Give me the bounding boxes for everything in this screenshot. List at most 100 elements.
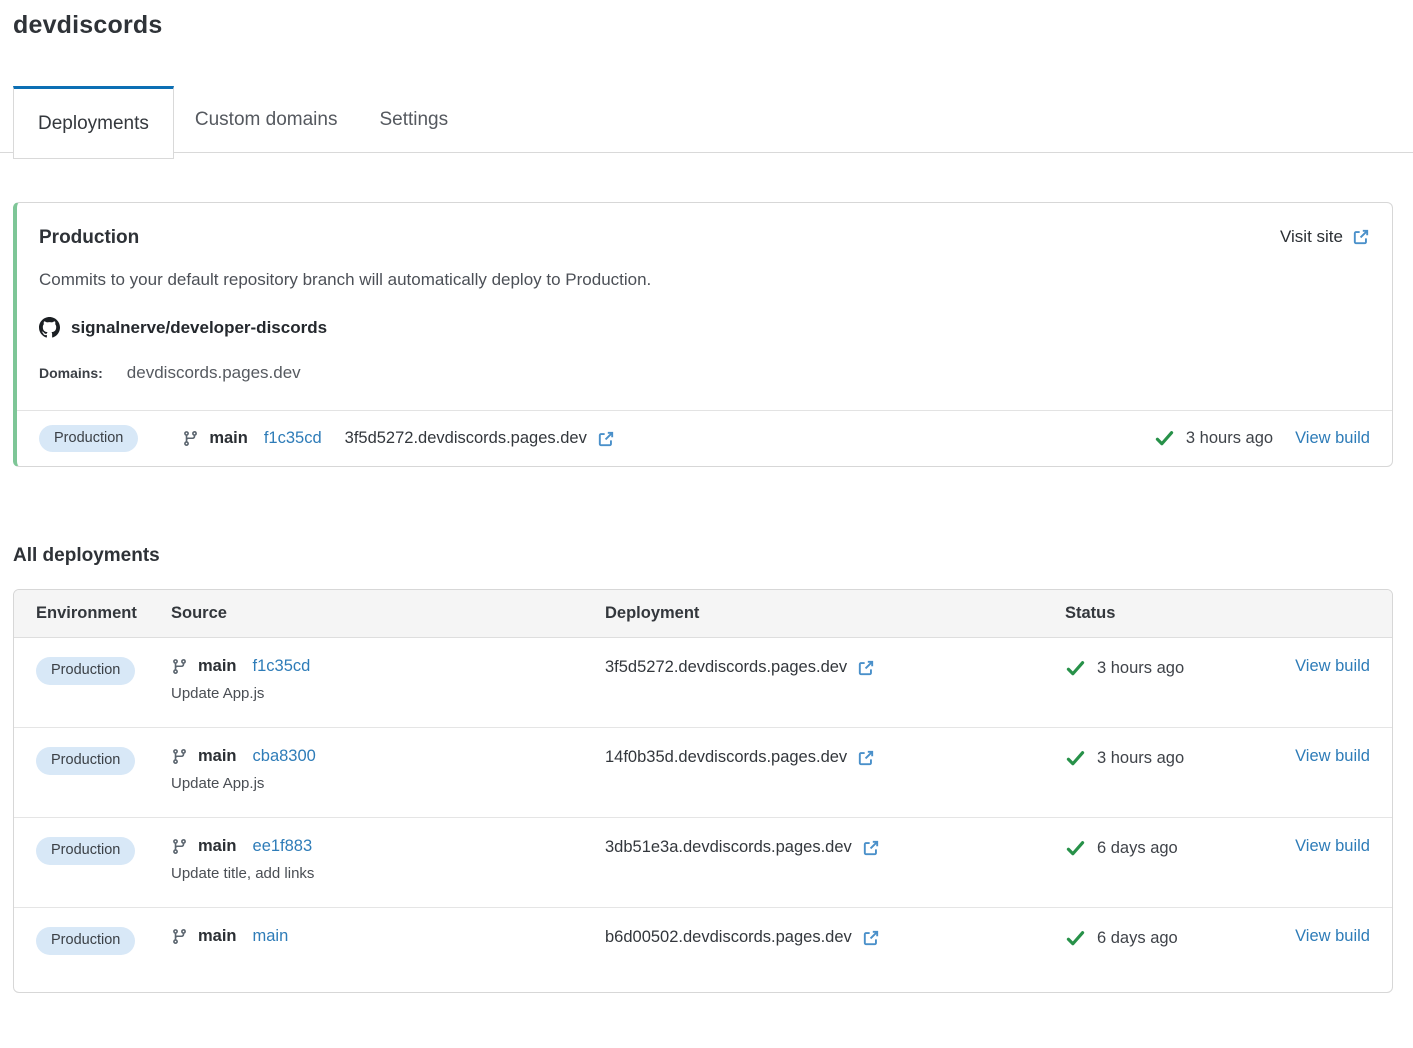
source-cell: main f1c35cd Update App.js [171,657,605,702]
view-build-link[interactable]: View build [1295,927,1370,945]
external-link-icon [862,929,880,947]
success-check-icon [1065,928,1086,949]
success-check-icon [1065,748,1086,769]
deployment-url: 3f5d5272.devdiscords.pages.dev [345,429,587,448]
repo-name: signalnerve/developer-discords [71,318,327,338]
deployment-row: Production main ee1f883 Update title, ad… [14,818,1392,908]
deployments-table: Environment Source Deployment Status Pro… [13,589,1393,993]
visit-site-link[interactable]: Visit site [1280,227,1370,247]
deployment-cell: 14f0b35d.devdiscords.pages.dev [605,748,1065,767]
environment-badge: Production [36,657,135,685]
source-info: main f1c35cd [182,429,321,448]
external-link-icon [1352,228,1370,246]
tab-settings[interactable]: Settings [358,86,469,153]
success-check-icon [1154,428,1175,449]
actions-cell: View build [1263,927,1370,946]
success-check-icon [1065,928,1086,949]
commit-link[interactable]: ee1f883 [253,837,313,856]
deployment-url-link[interactable]: 3f5d5272.devdiscords.pages.dev [605,658,1065,677]
branch-name: main [198,837,237,856]
view-build-link[interactable]: View build [1295,429,1370,448]
external-link-icon [862,839,880,857]
status-cell: 3 hours ago [1065,658,1263,679]
production-card: Production Visit site Commits to your de… [13,202,1393,467]
deployment-url-link[interactable]: 3db51e3a.devdiscords.pages.dev [605,838,1065,857]
tab-deployments[interactable]: Deployments [13,86,174,159]
environment-cell: Production [36,657,171,685]
success-check-icon [1065,748,1086,769]
deployment-cell: 3f5d5272.devdiscords.pages.dev [605,658,1065,677]
git-branch-icon [182,430,199,447]
commit-link[interactable]: main [253,927,289,946]
deployment-url-link[interactable]: 14f0b35d.devdiscords.pages.dev [605,748,1065,767]
git-branch-icon [171,658,188,675]
external-link-icon [857,749,875,767]
external-link-icon [857,659,875,677]
domains-label: Domains: [39,365,103,381]
git-branch-icon [171,748,188,765]
production-deployment-row: Production main f1c35cd 3f5d5272.devdisc… [17,410,1392,466]
deployment-cell: 3db51e3a.devdiscords.pages.dev [605,838,1065,857]
git-branch-icon [171,838,188,855]
success-check-icon [1065,838,1086,859]
external-link-icon [597,430,615,448]
commit-link[interactable]: f1c35cd [253,657,311,676]
environment-cell: Production [36,747,171,775]
external-link-icon [862,839,880,857]
deployment-row: Production main f1c35cd Update App.js 3f… [14,638,1392,728]
environment-cell: Production [36,927,171,955]
domains-value: devdiscords.pages.dev [127,363,301,383]
git-branch-icon [171,658,188,675]
column-header-environment: Environment [36,604,171,623]
deployment-url: 3f5d5272.devdiscords.pages.dev [605,658,847,677]
commit-link[interactable]: f1c35cd [264,429,322,448]
all-deployments-title: All deployments [13,545,1393,567]
environment-badge: Production [36,927,135,955]
column-header-source: Source [171,604,605,623]
external-link-icon [862,929,880,947]
table-header: Environment Source Deployment Status [14,590,1392,638]
environment-badge: Production [39,425,138,453]
external-link-icon [1352,228,1370,246]
git-branch-icon [171,928,188,945]
deployment-cell: b6d00502.devdiscords.pages.dev [605,928,1065,947]
view-build-link[interactable]: View build [1295,747,1370,765]
actions-cell: View build [1263,657,1370,676]
deployment-url-link[interactable]: b6d00502.devdiscords.pages.dev [605,928,1065,947]
deployments-table-body: Production main f1c35cd Update App.js 3f… [14,638,1392,992]
status: 3 hours ago [1154,428,1273,449]
actions-cell: View build [1263,747,1370,766]
environment-badge: Production [36,747,135,775]
github-icon [39,317,60,338]
actions-cell: View build [1263,837,1370,856]
status-time: 3 hours ago [1186,429,1273,448]
success-check-icon [1065,658,1086,679]
tab-custom-domains[interactable]: Custom domains [174,86,359,153]
production-card-title: Production [39,227,139,249]
git-branch-icon [171,928,188,945]
column-header-status: Status [1065,604,1263,623]
status-cell: 3 hours ago [1065,748,1263,769]
view-build-link[interactable]: View build [1295,657,1370,675]
deployment-url-link[interactable]: 3f5d5272.devdiscords.pages.dev [345,429,615,448]
deployment-url: 3db51e3a.devdiscords.pages.dev [605,838,852,857]
status-cell: 6 days ago [1065,928,1263,949]
environment-cell: Production [36,837,171,865]
git-branch-icon [171,838,188,855]
branch-name: main [198,657,237,676]
environment-badge: Production [36,837,135,865]
git-branch-icon [182,430,199,447]
success-check-icon [1065,658,1086,679]
visit-site-label: Visit site [1280,227,1343,247]
view-build-link[interactable]: View build [1295,837,1370,855]
repo-link[interactable]: signalnerve/developer-discords [39,317,327,338]
production-description: Commits to your default repository branc… [39,270,1370,290]
commit-message: Update title, add links [171,865,605,882]
commit-link[interactable]: cba8300 [253,747,316,766]
tab-bar: Deployments Custom domains Settings [13,86,1393,159]
status-cell: 6 days ago [1065,838,1263,859]
external-link-icon [857,659,875,677]
domains-row: Domains: devdiscords.pages.dev [39,363,1370,383]
pages-project-page: devdiscords Deployments Custom domains S… [0,11,1413,993]
success-check-icon [1065,838,1086,859]
